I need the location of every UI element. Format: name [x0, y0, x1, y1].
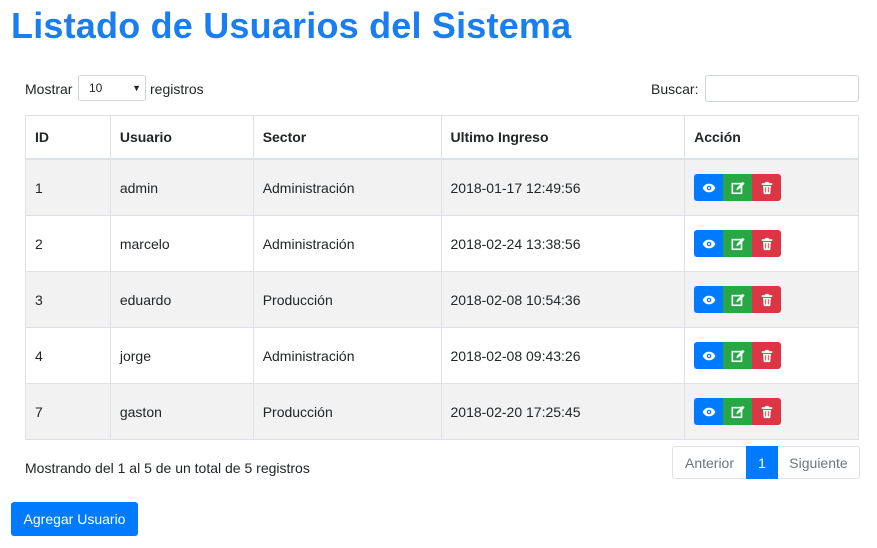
page-title: Listado de Usuarios del Sistema: [11, 5, 572, 46]
page-length-select[interactable]: 10 ▼: [78, 75, 146, 101]
cell-ultimo-ingreso: 2018-01-17 12:49:56: [440, 158, 686, 216]
view-button[interactable]: [694, 230, 724, 257]
cell-actions: [684, 271, 859, 328]
delete-button[interactable]: [752, 174, 782, 201]
cell-usuario: marcelo: [109, 215, 254, 272]
trash-icon: [760, 237, 774, 251]
cell-sector: Administración: [252, 158, 442, 216]
cell-usuario: eduardo: [109, 271, 254, 328]
cell-actions: [684, 383, 859, 440]
cell-actions: [684, 215, 859, 272]
trash-icon: [760, 181, 774, 195]
table-header-row: ID Usuario Sector Ultimo Ingreso Acción: [25, 115, 859, 160]
pagination: Anterior 1 Siguiente: [672, 446, 860, 479]
view-button[interactable]: [694, 342, 724, 369]
edit-button[interactable]: [723, 286, 753, 313]
cell-sector: Producción: [252, 383, 442, 440]
column-header-id[interactable]: ID: [25, 115, 111, 160]
edit-icon: [731, 293, 745, 307]
edit-icon: [731, 349, 745, 363]
cell-usuario: gaston: [109, 383, 254, 440]
search-input[interactable]: [705, 75, 859, 102]
table-row: 7 gaston Producción 2018-02-20 17:25:45: [25, 383, 859, 440]
pagination-page-1[interactable]: 1: [746, 446, 778, 479]
cell-sector: Administración: [252, 215, 442, 272]
delete-button[interactable]: [752, 286, 782, 313]
cell-id: 3: [25, 271, 111, 328]
eye-icon: [702, 181, 716, 195]
column-header-sector[interactable]: Sector: [252, 115, 442, 160]
table-row: 1 admin Administración 2018-01-17 12:49:56: [25, 158, 859, 216]
cell-sector: Producción: [252, 271, 442, 328]
table-info: Mostrando del 1 al 5 de un total de 5 re…: [25, 460, 310, 476]
cell-ultimo-ingreso: 2018-02-20 17:25:45: [440, 383, 686, 440]
length-prefix-label: Mostrar: [25, 81, 73, 97]
column-header-ultimo-ingreso[interactable]: Ultimo Ingreso: [440, 115, 686, 160]
eye-icon: [702, 237, 716, 251]
row-action-group: [694, 342, 858, 369]
delete-button[interactable]: [752, 342, 782, 369]
add-user-button[interactable]: Agregar Usuario: [11, 502, 138, 536]
search-label: Buscar:: [651, 81, 699, 97]
cell-usuario: jorge: [109, 327, 254, 384]
edit-icon: [731, 237, 745, 251]
edit-icon: [731, 405, 745, 419]
view-button[interactable]: [694, 398, 724, 425]
cell-ultimo-ingreso: 2018-02-08 10:54:36: [440, 271, 686, 328]
edit-button[interactable]: [723, 342, 753, 369]
trash-icon: [760, 293, 774, 307]
cell-sector: Administración: [252, 327, 442, 384]
cell-actions: [684, 327, 859, 384]
cell-ultimo-ingreso: 2018-02-08 09:43:26: [440, 327, 686, 384]
column-header-usuario[interactable]: Usuario: [109, 115, 254, 160]
cell-id: 4: [25, 327, 111, 384]
page-length-value: 10: [89, 81, 103, 95]
cell-id: 7: [25, 383, 111, 440]
table-row: 2 marcelo Administración 2018-02-24 13:38:5…: [25, 215, 859, 272]
cell-actions: [684, 158, 859, 216]
row-action-group: [694, 230, 858, 257]
table-row: 4 jorge Administración 2018-02-08 09:43:26: [25, 327, 859, 384]
trash-icon: [760, 349, 774, 363]
delete-button[interactable]: [752, 398, 782, 425]
table-row: 3 eduardo Producción 2018-02-08 10:54:36: [25, 271, 859, 328]
eye-icon: [702, 349, 716, 363]
edit-button[interactable]: [723, 174, 753, 201]
cell-id: 2: [25, 215, 111, 272]
row-action-group: [694, 286, 858, 313]
caret-down-icon: ▼: [132, 83, 141, 93]
cell-ultimo-ingreso: 2018-02-24 13:38:56: [440, 215, 686, 272]
column-header-accion: Acción: [684, 115, 859, 160]
trash-icon: [760, 405, 774, 419]
row-action-group: [694, 398, 858, 425]
view-button[interactable]: [694, 286, 724, 313]
view-button[interactable]: [694, 174, 724, 201]
pagination-next[interactable]: Siguiente: [778, 446, 860, 479]
pagination-previous[interactable]: Anterior: [672, 446, 746, 479]
cell-id: 1: [25, 158, 111, 216]
edit-button[interactable]: [723, 398, 753, 425]
delete-button[interactable]: [752, 230, 782, 257]
edit-icon: [731, 181, 745, 195]
users-table: ID Usuario Sector Ultimo Ingreso Acción …: [25, 115, 859, 440]
eye-icon: [702, 405, 716, 419]
cell-usuario: admin: [109, 158, 254, 216]
length-suffix-label: registros: [150, 81, 204, 97]
row-action-group: [694, 174, 858, 201]
edit-button[interactable]: [723, 230, 753, 257]
eye-icon: [702, 293, 716, 307]
